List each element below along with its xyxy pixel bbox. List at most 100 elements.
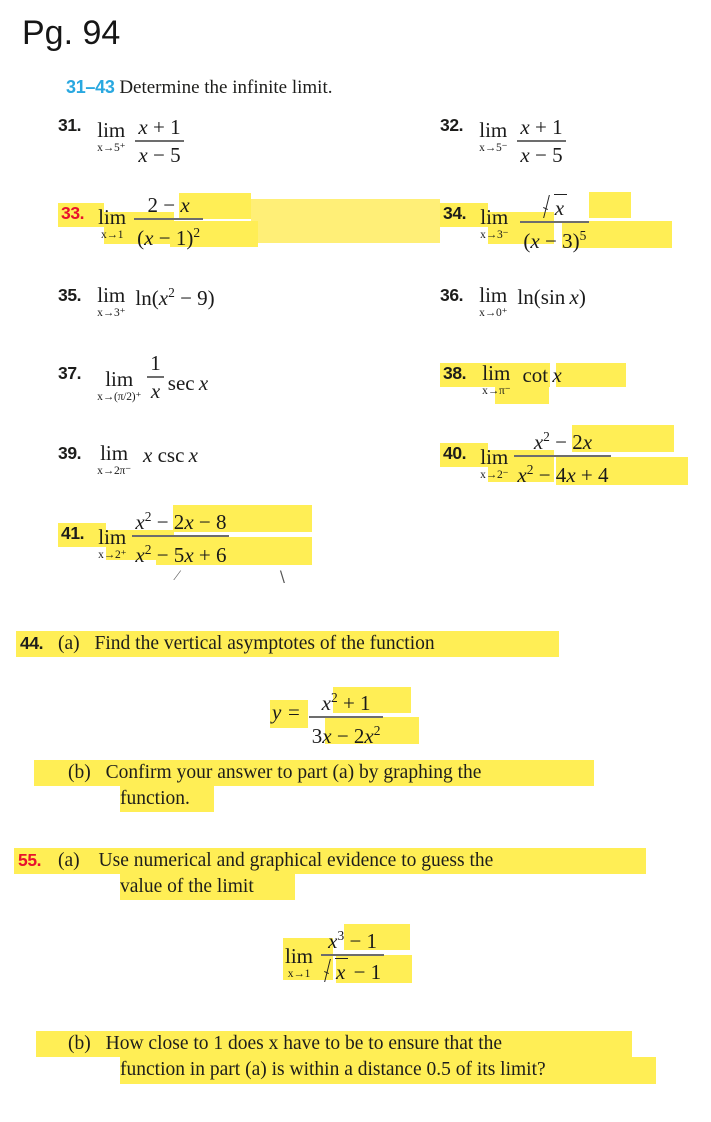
problem-55-fraction-bar — [321, 954, 385, 956]
problem-55-limit-operator: lim x→1 — [285, 946, 313, 981]
problem-41-fraction: x2 − 2x − 8 x2 − 5x + 6 — [132, 505, 230, 567]
problem-32-fraction: x + 1 x − 5 — [517, 115, 566, 167]
problem-44-part-a: 44. (a) Find the vertical asymptotes of … — [20, 631, 435, 656]
problem-36-number: 36. — [440, 285, 464, 305]
problem-55-part-b-line1: (b) How close to 1 does x have to be to … — [68, 1031, 502, 1056]
problem-33-denominator: (x − 1)2 — [137, 224, 201, 250]
problem-37-denominator: x — [150, 378, 161, 403]
stray-tick-left: ⁄ — [176, 568, 179, 584]
problem-36: 36. lim x→0⁺ ln(sin x) — [440, 285, 586, 320]
problem-55-part-b-line2: function in part (a) is within a distanc… — [120, 1059, 546, 1080]
problem-37-lim: lim — [105, 367, 134, 391]
problem-33-number: 33. — [61, 203, 85, 223]
problem-34-number: 34. — [443, 203, 467, 223]
problem-55-part-a-label: (a) — [58, 850, 80, 871]
problem-44-equation-fraction-bar — [308, 716, 384, 718]
sqrt-icon: x — [543, 193, 568, 220]
problem-32-numerator: x + 1 — [520, 115, 563, 139]
problem-39: 39. lim x→2π⁻ x csc x — [58, 443, 198, 478]
problem-55-fraction: x3 − 1 x − 1 — [321, 924, 385, 984]
problem-31-denominator: x − 5 — [138, 142, 181, 167]
problem-34-limit-subscript: x→3⁻ — [480, 229, 509, 241]
problem-39-lim: lim — [100, 441, 129, 465]
problem-41-lim: lim — [98, 525, 127, 549]
problem-34-lim: lim — [480, 205, 509, 229]
problem-33-limit-operator: lim x→1 — [98, 207, 126, 242]
problem-35: 35. lim x→3⁺ ln(x2 − 9) — [58, 285, 215, 320]
problem-37-number: 37. — [58, 363, 82, 383]
problem-34-denominator: (x − 3)5 — [523, 227, 587, 253]
problem-37-numerator: 1 — [150, 351, 161, 375]
problem-44-part-a-label: (a) — [58, 633, 80, 654]
section-instruction: Determine the infinite limit. — [119, 77, 333, 98]
problem-55-part-a-line2: value of the limit — [120, 876, 254, 897]
problem-55-numerator: x3 − 1 — [328, 928, 378, 953]
problem-34-fraction-bar — [520, 221, 590, 223]
problem-37-fraction: 1 x — [147, 351, 164, 403]
problem-31-limit-subscript: x→5⁺ — [97, 142, 126, 154]
problem-44-part-b-line1: (b) Confirm your answer to part (a) by g… — [68, 760, 481, 785]
problem-32: 32. lim x→5⁻ x + 1 x − 5 — [440, 115, 566, 167]
problem-41-limit-subscript: x→2⁺ — [98, 549, 127, 561]
problem-55-number: 55. — [18, 850, 42, 870]
problem-39-limit-subscript: x→2π⁻ — [97, 465, 132, 477]
page-title: Pg. 94 — [22, 14, 121, 52]
problem-41-limit-operator: lim x→2⁺ — [98, 527, 126, 562]
problem-33-fraction: 2 − x (x − 1)2 — [134, 193, 204, 250]
problem-39-body: x csc x — [143, 443, 198, 467]
problem-40-limit-operator: lim x→2⁻ — [480, 447, 508, 482]
problem-37-limit-operator: lim x→(π/2)⁺ — [97, 369, 141, 404]
problem-38-lim: lim — [482, 361, 511, 385]
problem-38-body: cot x — [522, 363, 562, 387]
stray-tick-right: ∖ — [277, 570, 287, 586]
problem-33-numerator: 2 − x — [147, 193, 190, 217]
problem-38-number: 38. — [443, 363, 467, 383]
problem-55-part-b-text-1: How close to 1 does x have to be to ensu… — [105, 1033, 503, 1054]
problem-32-fraction-bar — [517, 140, 566, 142]
problem-35-body: ln(x2 − 9) — [135, 285, 215, 310]
problem-55-part-a-line1: 55. (a) Use numerical and graphical evid… — [18, 848, 493, 873]
problem-36-limit-subscript: x→0⁺ — [479, 307, 508, 319]
problem-44-part-b-text-1: Confirm your answer to part (a) by graph… — [105, 762, 482, 783]
problem-40-denominator: x2 − 4x + 4 — [517, 461, 609, 487]
problem-44-part-a-text: Find the vertical asymptotes of the func… — [94, 633, 435, 654]
highlight-problem-38-body — [556, 363, 626, 387]
problem-37: 37. lim x→(π/2)⁺ 1 x sec x — [58, 351, 208, 404]
problem-55-lim: lim — [285, 944, 314, 968]
problem-35-limit-operator: lim x→3⁺ — [97, 285, 125, 320]
problem-40-number: 40. — [443, 443, 467, 463]
problem-40-fraction: x2 − 2x x2 − 4x + 4 — [514, 425, 612, 487]
problem-31-number: 31. — [58, 115, 82, 135]
problem-44-equation-denominator: 3x − 2x2 — [311, 722, 381, 748]
section-range-label: 31–43 — [66, 77, 115, 97]
problem-44-equation: y = x2 + 1 3x − 2x2 — [272, 686, 384, 748]
problem-32-denominator: x − 5 — [520, 142, 563, 167]
problem-41-number: 41. — [61, 523, 85, 543]
problem-41-fraction-bar — [132, 535, 230, 537]
problem-35-number: 35. — [58, 285, 82, 305]
section-range-heading: 31–43 Determine the infinite limit. — [66, 77, 332, 99]
problem-41-denominator: x2 − 5x + 6 — [135, 541, 227, 567]
problem-44-equation-fraction: x2 + 1 3x − 2x2 — [308, 686, 384, 748]
problem-35-lim: lim — [97, 283, 126, 307]
problem-44-part-b-label: (b) — [68, 762, 91, 783]
problem-31-fraction: x + 1 x − 5 — [135, 115, 184, 167]
problem-38-limit-operator: lim x→π⁻ — [482, 361, 511, 398]
problem-31-numerator: x + 1 — [138, 115, 181, 139]
problem-44-equation-numerator: x2 + 1 — [321, 690, 371, 715]
problem-36-lim: lim — [479, 283, 508, 307]
problem-39-number: 39. — [58, 443, 82, 463]
problem-36-limit-operator: lim x→0⁺ — [479, 285, 507, 320]
problem-32-number: 32. — [440, 115, 464, 135]
problem-55-part-a-text-1: Use numerical and graphical evidence to … — [98, 850, 494, 871]
problem-41-numerator: x2 − 2x − 8 — [135, 509, 227, 534]
problem-33-lim: lim — [98, 205, 127, 229]
problem-33-fraction-bar — [134, 218, 204, 220]
problem-40-fraction-bar — [514, 455, 612, 457]
problem-38-limit-subscript: x→π⁻ — [482, 385, 511, 397]
problem-40: 40. lim x→2⁻ x2 − 2x x2 − 4x + 4 — [443, 429, 612, 487]
problem-34: 34. lim x→3⁻ x (x − 3)5 — [443, 194, 590, 253]
sqrt-icon: x — [324, 957, 349, 984]
problem-36-body: ln(sin x) — [517, 285, 586, 309]
problem-55-part-b-label: (b) — [68, 1033, 91, 1054]
